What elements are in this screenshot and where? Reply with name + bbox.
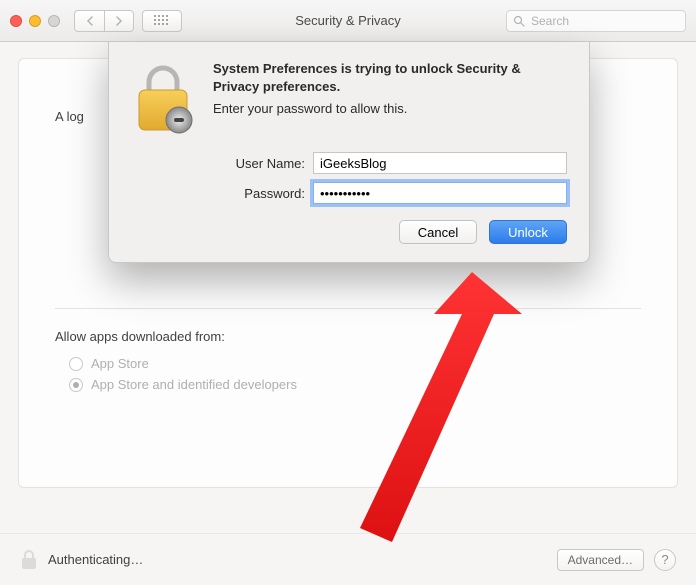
cancel-button-label: Cancel bbox=[418, 225, 458, 240]
radio-appstore[interactable]: App Store bbox=[69, 356, 641, 371]
traffic-lights bbox=[10, 15, 60, 27]
password-label: Password: bbox=[213, 186, 305, 201]
close-window-button[interactable] bbox=[10, 15, 22, 27]
window-body: A log Allow apps downloaded from: App St… bbox=[0, 42, 696, 585]
help-button[interactable]: ? bbox=[654, 549, 676, 571]
allow-apps-label: Allow apps downloaded from: bbox=[55, 329, 641, 344]
radio-icon bbox=[69, 357, 83, 371]
auth-subheading: Enter your password to allow this. bbox=[213, 101, 567, 116]
username-label: User Name: bbox=[213, 156, 305, 171]
search-input[interactable] bbox=[531, 14, 679, 28]
grid-icon bbox=[154, 15, 170, 27]
nav-back-button[interactable] bbox=[74, 10, 104, 32]
show-all-prefs-button[interactable] bbox=[142, 10, 182, 32]
lock-large-icon bbox=[131, 62, 195, 138]
unlock-button[interactable]: Unlock bbox=[489, 220, 567, 244]
radio-identified-label: App Store and identified developers bbox=[91, 377, 297, 392]
unlock-button-label: Unlock bbox=[508, 225, 548, 240]
nav-forward-button[interactable] bbox=[104, 10, 134, 32]
footer-status: Authenticating… bbox=[48, 552, 143, 567]
auth-heading: System Preferences is trying to unlock S… bbox=[213, 60, 567, 95]
help-icon: ? bbox=[661, 552, 668, 567]
advanced-button-label: Advanced… bbox=[568, 553, 633, 567]
search-field-wrap[interactable] bbox=[506, 10, 686, 32]
panel-divider bbox=[55, 308, 641, 309]
radio-identified-developers[interactable]: App Store and identified developers bbox=[69, 377, 641, 392]
footer-bar: Authenticating… Advanced… ? bbox=[0, 533, 696, 585]
search-icon bbox=[513, 15, 525, 27]
username-input[interactable] bbox=[313, 152, 567, 174]
advanced-button[interactable]: Advanced… bbox=[557, 549, 644, 571]
password-input[interactable] bbox=[313, 182, 567, 204]
radio-appstore-label: App Store bbox=[91, 356, 149, 371]
lock-icon bbox=[20, 549, 38, 571]
zoom-window-button[interactable] bbox=[48, 15, 60, 27]
cancel-button[interactable]: Cancel bbox=[399, 220, 477, 244]
radio-icon bbox=[69, 378, 83, 392]
window-toolbar: Security & Privacy bbox=[0, 0, 696, 42]
auth-sheet: System Preferences is trying to unlock S… bbox=[108, 42, 590, 263]
nav-back-forward bbox=[74, 10, 134, 32]
minimize-window-button[interactable] bbox=[29, 15, 41, 27]
